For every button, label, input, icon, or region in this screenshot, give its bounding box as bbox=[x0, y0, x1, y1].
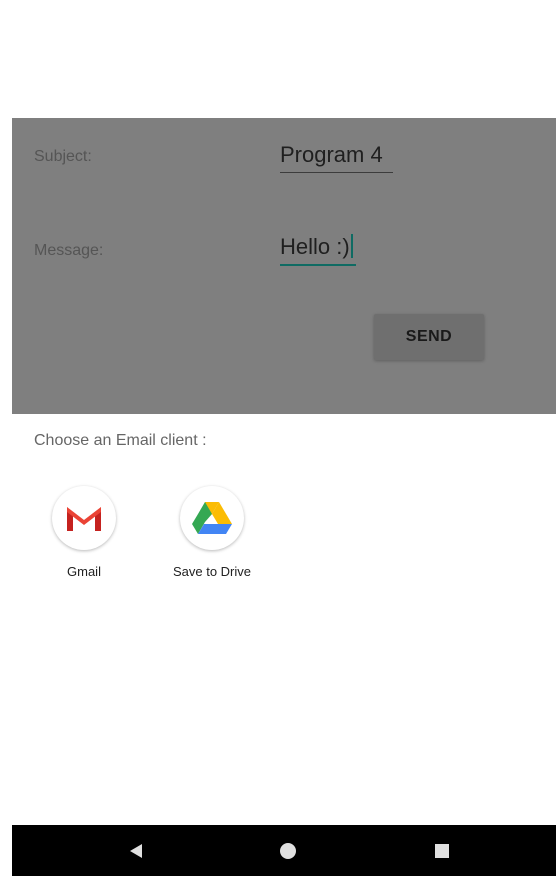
subject-field[interactable]: Program 4 bbox=[280, 142, 393, 173]
navigation-bar bbox=[12, 825, 556, 876]
send-button[interactable]: SEND bbox=[374, 314, 484, 360]
screen: Subject: Program 4 Message: Hello :) SEN… bbox=[0, 0, 556, 876]
message-label: Message: bbox=[34, 242, 104, 259]
google-drive-icon bbox=[180, 486, 244, 550]
home-icon[interactable] bbox=[272, 825, 304, 876]
chooser-title: Choose an Email client : bbox=[34, 432, 207, 449]
gmail-icon bbox=[52, 486, 116, 550]
text-cursor bbox=[350, 234, 353, 258]
app-label-gmail: Gmail bbox=[67, 564, 101, 579]
email-form-dimmed: Subject: Program 4 Message: Hello :) SEN… bbox=[12, 118, 556, 414]
app-option-save-to-drive[interactable]: Save to Drive bbox=[162, 486, 262, 579]
back-icon[interactable] bbox=[120, 825, 152, 876]
message-value: Hello :) bbox=[280, 234, 350, 259]
message-field[interactable]: Hello :) bbox=[280, 234, 356, 266]
recent-apps-icon[interactable] bbox=[426, 825, 458, 876]
app-option-gmail[interactable]: Gmail bbox=[34, 486, 134, 579]
subject-value: Program 4 bbox=[280, 142, 383, 167]
subject-label: Subject: bbox=[34, 148, 92, 165]
app-label-save-to-drive: Save to Drive bbox=[172, 564, 252, 579]
